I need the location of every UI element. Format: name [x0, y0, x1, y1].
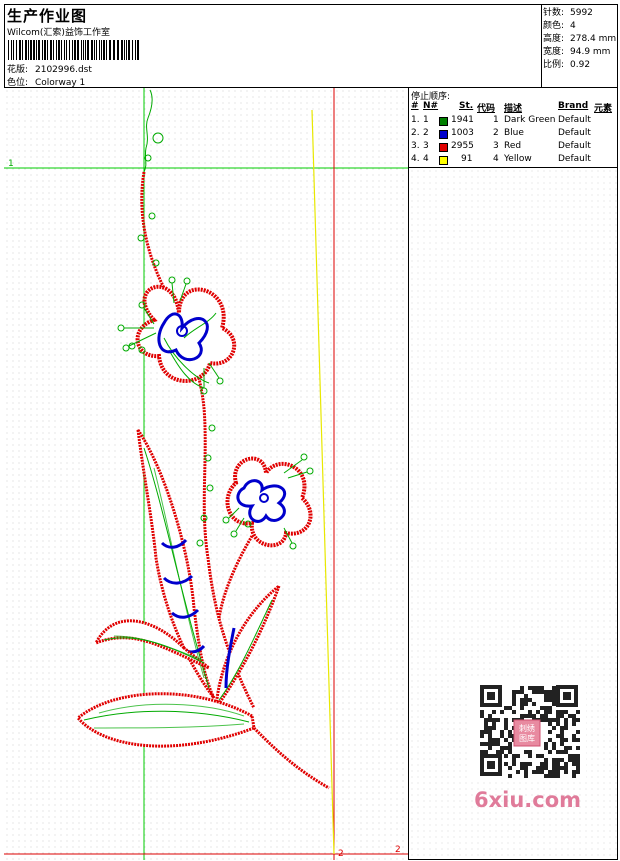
qr-code: 刺绣 图库: [470, 680, 586, 780]
col-code: 代码: [477, 104, 496, 114]
table-row[interactable]: 4. 4 91 4 Yellow Default: [409, 154, 618, 167]
svg-text:刺绣: 刺绣: [519, 723, 535, 733]
color-swatch: [439, 117, 448, 126]
colorway-line: 色位: Colorway 1: [7, 75, 85, 88]
stat-width: 宽度: 94.9 mm: [543, 47, 611, 57]
leaf-bottom: [75, 692, 256, 748]
marker-2a: 2: [338, 849, 344, 859]
col-desc: 描述: [504, 104, 523, 114]
header-info: 生产作业图 Wilcom(汇索)益饰工作室 花版: 2102996.dst 色位:…: [4, 4, 542, 88]
stop-sequence-table: 停止顺序: # N# St. 代码 描述 Brand 元素 1. 1 1941 …: [409, 88, 618, 168]
leaf-right: [214, 581, 283, 714]
stem-tail: [252, 726, 330, 790]
studio-name: Wilcom(汇索)益饰工作室: [7, 28, 110, 38]
colorway-label: 色位:: [7, 78, 29, 88]
color-swatch: [439, 143, 448, 152]
col-needle: N#: [423, 101, 439, 111]
col-num: #: [411, 101, 419, 111]
col-brand: Brand: [558, 101, 589, 111]
tendril-bud: [152, 132, 164, 144]
color-swatch: [439, 130, 448, 139]
qr-code-icon: 刺绣 图库: [470, 680, 586, 780]
table-row[interactable]: 2. 2 1003 2 Blue Default: [409, 128, 618, 141]
colorway-value: Colorway 1: [35, 78, 86, 88]
col-stitches: St.: [459, 101, 474, 111]
barcode-icon: [8, 40, 139, 60]
stat-scale: 比例: 0.92: [543, 60, 591, 70]
design-stats: 针数: 5992 颜色: 4 高度: 278.4 mm 宽度: 94.9 mm 比例: 0…: [542, 4, 618, 88]
page-title: 生产作业图: [7, 7, 88, 25]
seal-icon: 刺绣 图库: [513, 719, 541, 747]
design-label: 花版:: [7, 65, 29, 75]
embroidery-preview: 1 2 2: [4, 88, 408, 860]
color-swatch: [439, 156, 448, 165]
col-element: 元素: [594, 104, 613, 114]
design-canvas[interactable]: 1 2 2: [4, 88, 409, 860]
table-row[interactable]: 3. 3 2955 3 Red Default: [409, 141, 618, 154]
marker-2b: 2: [395, 845, 401, 855]
design-value: 2102996.dst: [35, 65, 92, 75]
design-line: 花版: 2102996.dst: [7, 62, 92, 75]
stat-colors: 颜色: 4: [543, 21, 576, 31]
marker-1: 1: [8, 159, 14, 169]
stat-stitches: 针数: 5992: [543, 8, 593, 18]
watermark-brand: 6xiu.com: [474, 788, 582, 812]
flower-lower: [217, 453, 314, 619]
table-row[interactable]: 1. 1 1941 1 Dark Green Default: [409, 115, 618, 128]
guide-yellow: [311, 109, 335, 855]
stat-height: 高度: 278.4 mm: [543, 34, 617, 44]
svg-text:图库: 图库: [519, 733, 535, 743]
leaf-tall: [136, 429, 216, 699]
flower-upper: [117, 276, 236, 395]
